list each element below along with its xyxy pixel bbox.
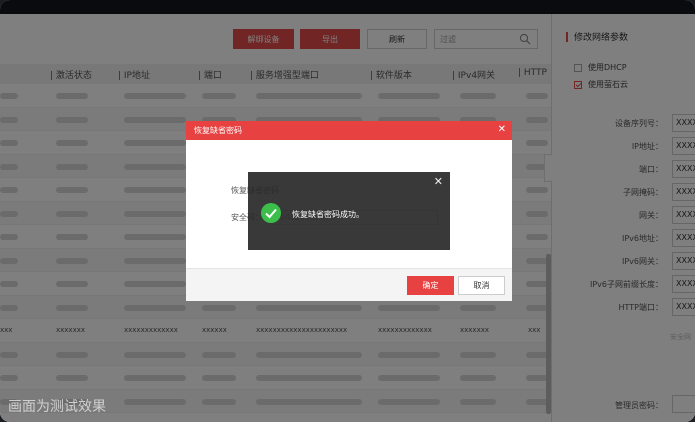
confirm-button[interactable]: 确定 xyxy=(407,276,454,295)
app-window: 解绑设备 导出 刷新 过滤 | 激活状态 | IP地址 | 端口 | 服务增强型… xyxy=(0,0,695,422)
success-check-icon xyxy=(261,203,281,223)
success-toast: ✕ 恢复缺省密码成功。 xyxy=(248,172,450,250)
dialog-footer: 确定 取消 xyxy=(186,268,512,301)
watermark: 画面为测试效果 xyxy=(8,399,106,415)
dialog-header: 恢复缺省密码 ✕ xyxy=(186,121,512,140)
close-icon[interactable]: ✕ xyxy=(434,175,443,188)
dialog-title: 恢复缺省密码 xyxy=(194,126,242,135)
close-icon[interactable]: ✕ xyxy=(498,124,506,135)
cancel-button[interactable]: 取消 xyxy=(458,276,505,295)
toast-message: 恢复缺省密码成功。 xyxy=(292,210,364,219)
